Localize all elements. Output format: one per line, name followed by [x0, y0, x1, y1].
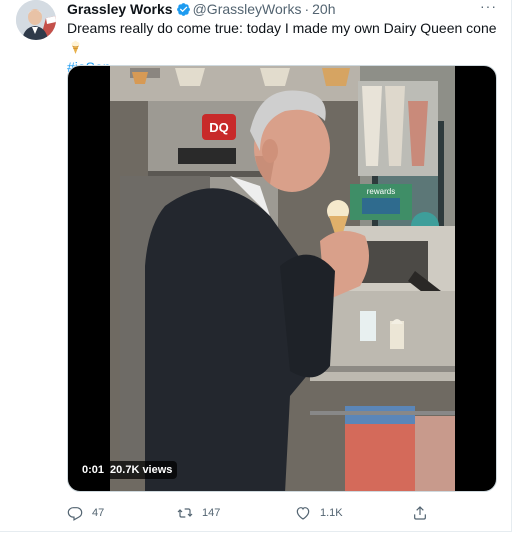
ice-cream-cone-icon — [70, 39, 81, 58]
timestamp[interactable]: 20h — [312, 1, 335, 17]
video-views: 20.7K views — [110, 464, 173, 476]
separator-dot: · — [304, 1, 310, 17]
like-button[interactable]: 1.1K — [295, 503, 343, 523]
video-frame[interactable]: DQ rewards — [110, 66, 455, 491]
rewards-sign: rewards — [367, 187, 395, 196]
tweet-header: Grassley Works @GrassleyWorks · 20h — [67, 0, 335, 18]
share-icon — [414, 506, 426, 520]
reply-count: 47 — [92, 507, 105, 519]
retweet-count: 147 — [202, 507, 221, 519]
video-thumbnail: DQ rewards — [110, 66, 455, 491]
video-player[interactable]: DQ rewards 0:01 20.7K views — [67, 65, 497, 492]
retweet-button[interactable]: 147 — [177, 503, 220, 523]
like-count: 1.1K — [320, 507, 343, 519]
more-options-icon[interactable]: ··· — [480, 0, 497, 13]
reply-button[interactable]: 47 — [67, 503, 104, 523]
video-time: 0:01 — [82, 464, 105, 476]
heart-icon — [296, 507, 310, 520]
video-info-overlay: 0:01 20.7K views — [77, 461, 178, 479]
retweet-icon — [177, 508, 193, 518]
display-name[interactable]: Grassley Works — [67, 1, 173, 17]
share-button[interactable] — [412, 503, 437, 523]
tweet-body: Dreams really do come true: today I made… — [67, 20, 497, 36]
tweet-card[interactable]: Grassley Works @GrassleyWorks · 20h ··· Dre… — [0, 0, 512, 532]
avatar[interactable] — [16, 0, 56, 40]
handle[interactable]: @GrassleyWorks — [193, 1, 302, 17]
dq-sign: DQ — [209, 120, 229, 135]
avatar-image — [16, 0, 56, 40]
tweet-actions: 47 147 1.1K — [67, 503, 497, 523]
reply-icon — [67, 507, 83, 521]
